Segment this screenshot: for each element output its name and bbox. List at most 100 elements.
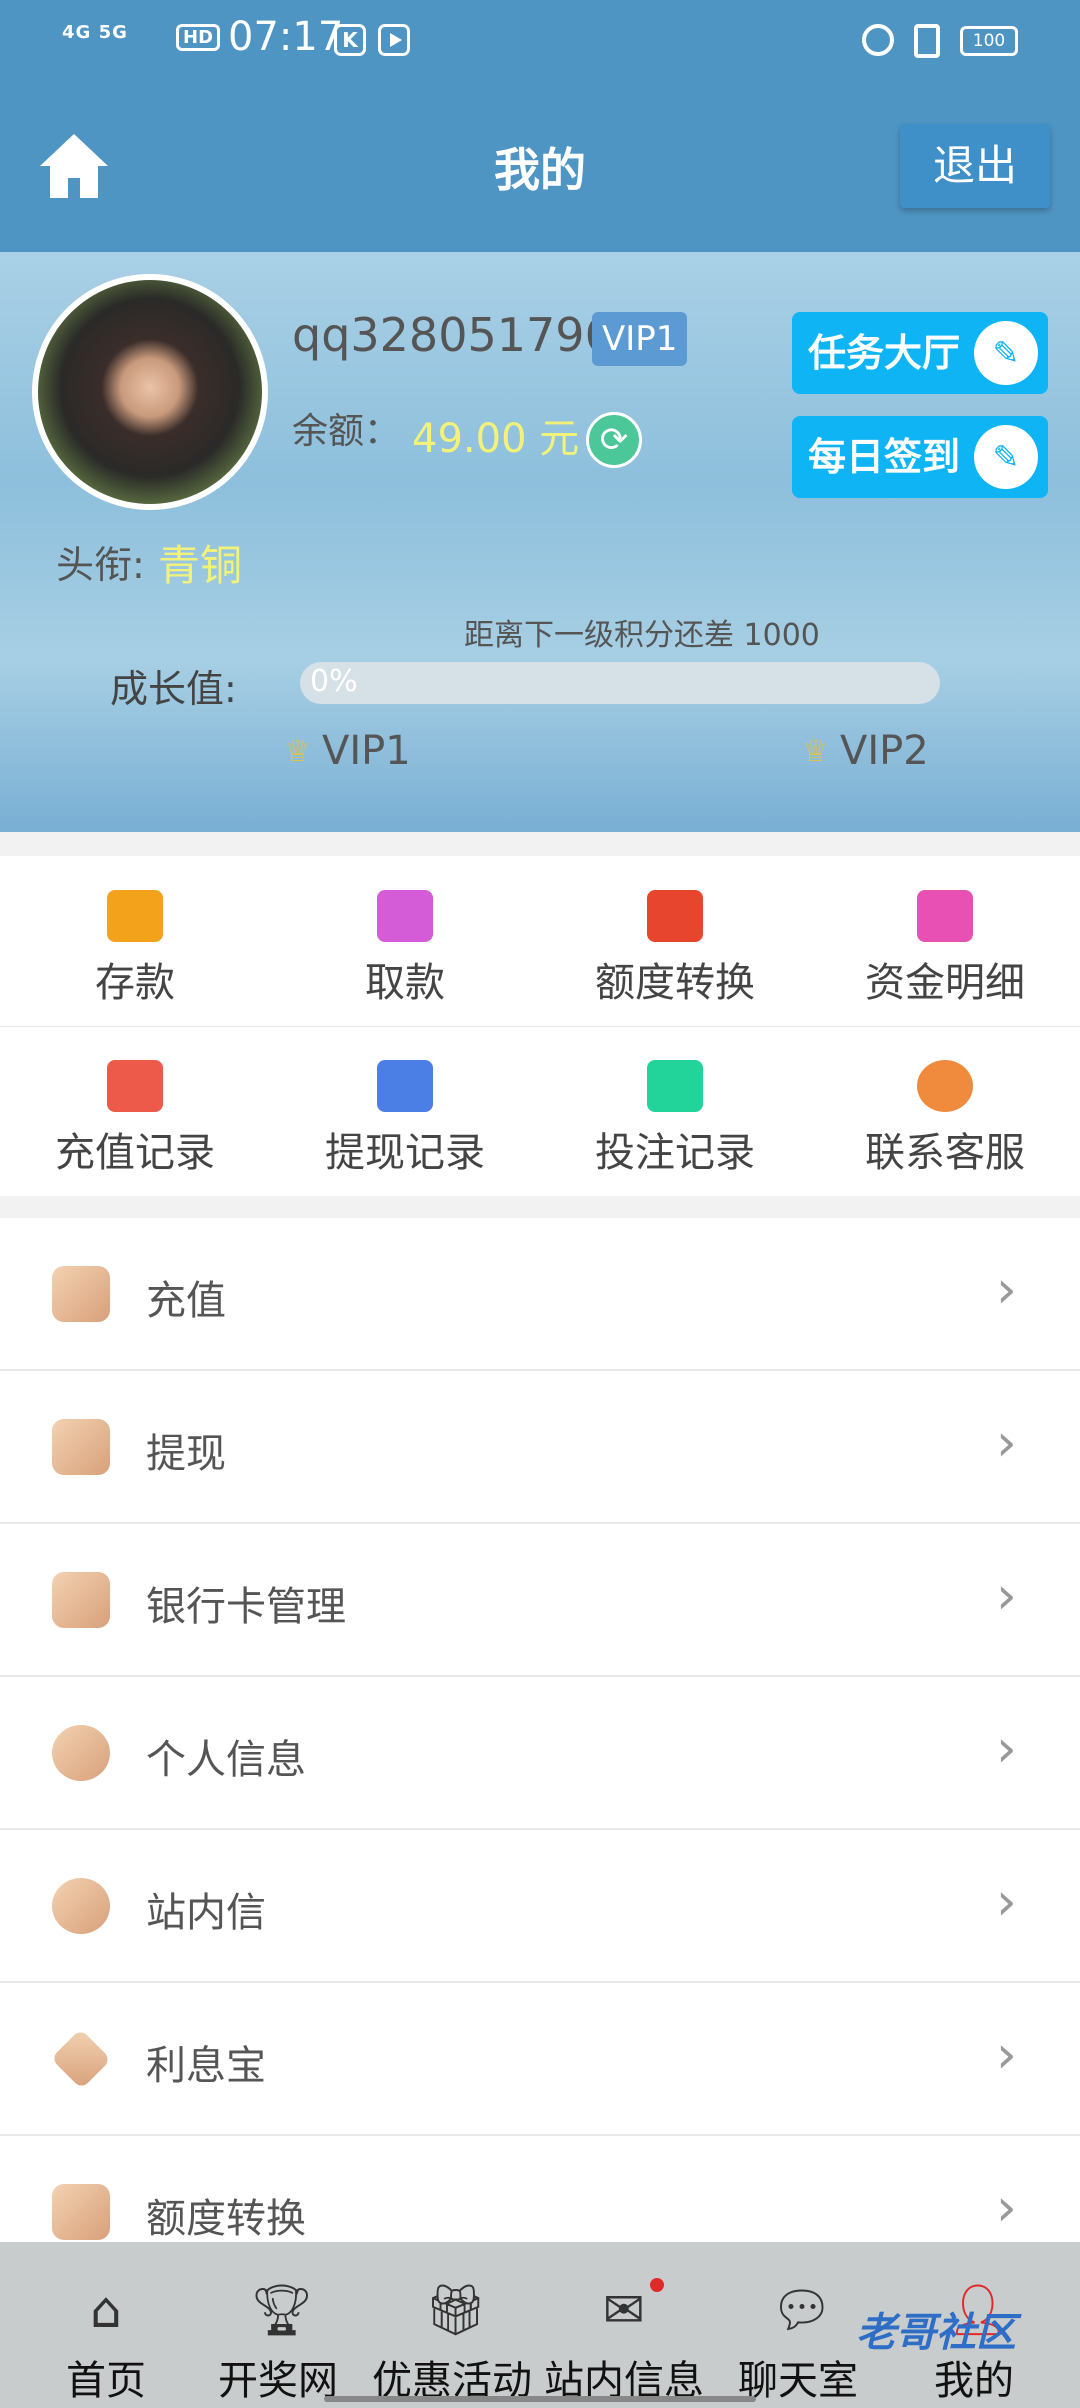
list-item-label: 利息宝 xyxy=(146,2043,266,2089)
grid-item-customer-service[interactable]: 联系客服 xyxy=(810,1026,1080,1196)
username: qq328051796 xyxy=(292,308,614,362)
list-item-label: 个人信息 xyxy=(146,1737,306,1783)
grid-item-fund-details[interactable]: 资金明细 xyxy=(810,856,1080,1026)
edit-icon: ✎ xyxy=(974,321,1038,385)
withdraw-record-icon xyxy=(377,1060,433,1112)
nav-promotions[interactable]: 🎁︎ 优惠活动 xyxy=(362,2242,542,2408)
diamond-icon xyxy=(50,2028,112,2090)
clock: 07:17 xyxy=(228,14,344,60)
chevron-right-icon: › xyxy=(996,1260,1017,1320)
edit-icon: ✎ xyxy=(974,425,1038,489)
vip-next-level: VIP2 xyxy=(840,728,929,774)
play-app-icon xyxy=(378,24,410,56)
chevron-right-icon: › xyxy=(996,1719,1017,1779)
trophy-icon: 🏆︎ xyxy=(250,2281,314,2339)
grid-label: 提现记录 xyxy=(325,1130,485,1176)
grid-item-deposit[interactable]: 存款 xyxy=(0,856,270,1026)
envelope-icon xyxy=(52,1878,110,1934)
headset-icon xyxy=(917,1060,973,1112)
nav-home[interactable]: ⌂ 首页 xyxy=(16,2242,196,2408)
list-item-label: 站内信 xyxy=(146,1890,266,1936)
grid-label: 取款 xyxy=(365,960,445,1006)
grid-label: 额度转换 xyxy=(595,960,755,1006)
menu-list: 充值 › 提现 › 银行卡管理 › 个人信息 › 站内信 › 利息宝 › 额度转… xyxy=(0,1218,1080,2289)
growth-label: 成长值: xyxy=(110,667,237,711)
grid-item-withdraw-records[interactable]: 提现记录 xyxy=(270,1026,540,1196)
nav-messages[interactable]: ✉ 站内信息 xyxy=(534,2242,714,2408)
list-item-recharge[interactable]: 充值 › xyxy=(0,1218,1080,1371)
envelope-icon xyxy=(52,1725,110,1781)
chat-bubble-icon: 💬︎ xyxy=(770,2281,834,2339)
nav-lottery[interactable]: 🏆︎ 开奖网 xyxy=(188,2242,368,2408)
grid-item-bet-records[interactable]: 投注记录 xyxy=(540,1026,810,1196)
chevron-right-icon: › xyxy=(996,2178,1017,2238)
vip-current-level: VIP1 xyxy=(322,728,411,774)
list-item-label: 充值 xyxy=(146,1278,226,1324)
balance-value: 49.00 元 xyxy=(412,416,580,462)
task-hall-button[interactable]: 任务大厅 ✎ xyxy=(792,312,1048,394)
rank-title-label: 头衔: xyxy=(56,543,145,587)
bet-record-icon xyxy=(647,1060,703,1112)
refresh-icon[interactable]: ⟳ xyxy=(586,412,642,468)
hd-icon: HD xyxy=(176,24,221,51)
list-item-label: 提现 xyxy=(146,1431,226,1477)
quick-actions-grid: 存款 取款 额度转换 资金明细 充值记录 提现记录 投注记录 联系客服 xyxy=(0,856,1080,1196)
grid-label: 资金明细 xyxy=(865,960,1025,1006)
transfer-icon xyxy=(52,2184,110,2240)
home-indicator[interactable] xyxy=(324,2396,756,2402)
withdraw-icon xyxy=(377,890,433,942)
grid-label: 联系客服 xyxy=(865,1130,1025,1176)
grid-label: 投注记录 xyxy=(595,1130,755,1176)
withdraw-icon xyxy=(52,1419,110,1475)
nav-label: 首页 xyxy=(66,2358,146,2404)
list-item-label: 银行卡管理 xyxy=(146,1584,346,1630)
transfer-icon xyxy=(647,890,703,942)
grid-item-recharge-records[interactable]: 充值记录 xyxy=(0,1026,270,1196)
daily-sign-button[interactable]: 每日签到 ✎ xyxy=(792,416,1048,498)
envelope-icon: ✉ xyxy=(603,2281,645,2339)
crown-icon: ♕ xyxy=(284,734,311,769)
growth-progress-text: 0% xyxy=(310,664,358,699)
status-bar: 4G 5G HD 07:17 K 100 xyxy=(0,0,1080,84)
watermark: 老哥社区 xyxy=(856,2310,1016,2356)
avatar[interactable] xyxy=(32,274,268,510)
crown-icon: ♕ xyxy=(802,734,829,769)
profile-card: qq328051796 VIP1 余额： 49.00 元 ⟳ 任务大厅 ✎ 每日… xyxy=(0,252,1080,832)
home-icon: ⌂ xyxy=(90,2281,122,2339)
k-app-icon: K xyxy=(334,24,366,56)
gift-icon: 🎁︎ xyxy=(424,2281,488,2339)
vip-badge: VIP1 xyxy=(592,312,688,366)
recharge-icon xyxy=(52,1266,110,1322)
recharge-record-icon xyxy=(107,1060,163,1112)
list-item-inbox[interactable]: 站内信 › xyxy=(0,1830,1080,1983)
money-bag-icon xyxy=(52,1572,110,1628)
list-item-personal-info[interactable]: 个人信息 › xyxy=(0,1677,1080,1830)
vibrate-icon xyxy=(914,24,940,58)
task-hall-label: 任务大厅 xyxy=(808,331,961,375)
chevron-right-icon: › xyxy=(996,1872,1017,1932)
rank-title-value: 青铜 xyxy=(158,541,243,590)
next-level-hint: 距离下一级积分还差 1000 xyxy=(464,618,820,653)
top-bar: 4G 5G HD 07:17 K 100 我的 退出 xyxy=(0,0,1080,252)
chevron-right-icon: › xyxy=(996,1413,1017,1473)
chevron-right-icon: › xyxy=(996,2025,1017,2085)
network-indicator: 4G 5G xyxy=(62,22,128,43)
grid-label: 存款 xyxy=(95,960,175,1006)
daily-sign-label: 每日签到 xyxy=(808,435,961,479)
balance-label: 余额： xyxy=(292,411,401,452)
grid-item-transfer[interactable]: 额度转换 xyxy=(540,856,810,1026)
list-item-label: 额度转换 xyxy=(146,2196,306,2242)
chevron-right-icon: › xyxy=(996,1566,1017,1626)
alarm-icon xyxy=(862,24,894,56)
logout-button[interactable]: 退出 xyxy=(900,124,1050,208)
unread-dot xyxy=(650,2278,664,2292)
clipboard-icon xyxy=(917,890,973,942)
growth-progress-bar xyxy=(300,662,940,704)
grid-label: 充值记录 xyxy=(55,1130,215,1176)
battery-icon: 100 xyxy=(960,26,1018,56)
list-item-interest[interactable]: 利息宝 › xyxy=(0,1983,1080,2136)
list-item-withdraw[interactable]: 提现 › xyxy=(0,1371,1080,1524)
deposit-icon xyxy=(107,890,163,942)
grid-item-withdraw[interactable]: 取款 xyxy=(270,856,540,1026)
list-item-bank-cards[interactable]: 银行卡管理 › xyxy=(0,1524,1080,1677)
